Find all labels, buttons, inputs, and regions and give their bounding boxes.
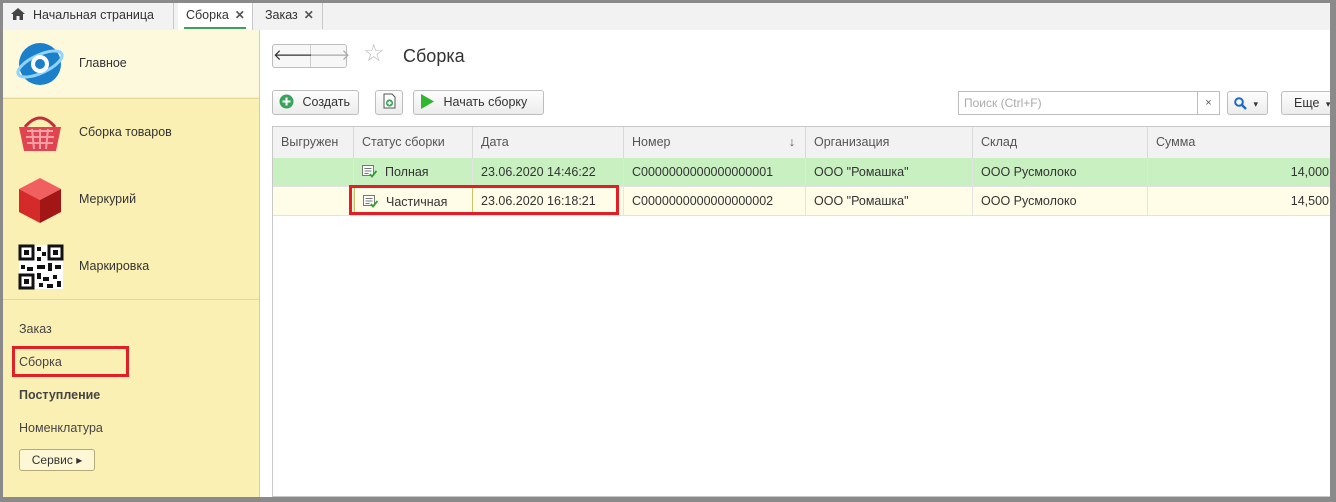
basket-icon <box>19 116 61 151</box>
sidebar-link-receipt[interactable]: Поступление <box>19 386 100 404</box>
divider <box>3 299 259 300</box>
create-button[interactable]: Создать <box>272 90 359 115</box>
create-button-label: Создать <box>302 95 350 109</box>
start-assembly-label: Начать сборку <box>443 95 528 109</box>
back-button[interactable]: 🡐 <box>273 45 313 67</box>
main-logo-icon <box>16 43 64 85</box>
tab-order-label: Заказ <box>265 8 298 22</box>
cell-organization: ООО "Ромашка" <box>806 158 973 186</box>
chevron-down-icon: ▾ <box>1325 99 1330 109</box>
start-assembly-button[interactable]: Начать сборку <box>413 90 544 115</box>
home-icon <box>11 8 25 20</box>
cell-number: С0000000000000000002 <box>624 187 806 215</box>
more-button-label: Еще <box>1294 96 1320 110</box>
sidebar-link-nomenclature[interactable]: Номенклатура <box>19 419 103 437</box>
column-header-sum[interactable]: Сумма <box>1148 127 1330 158</box>
cell-warehouse: ООО Русмолоко <box>973 187 1148 215</box>
cell-warehouse: ООО Русмолоко <box>973 158 1148 186</box>
tab-home-label: Начальная страница <box>33 8 154 22</box>
sidebar-section-label: Главное <box>79 56 127 70</box>
sidebar-section-mercury[interactable]: Меркурий <box>3 166 259 233</box>
history-nav: 🡐 🡒 <box>272 44 350 68</box>
sort-arrow-icon: ↓ <box>788 135 795 149</box>
sidebar-section-goods-assembly[interactable]: Сборка товаров <box>3 99 259 166</box>
column-header-date[interactable]: Дата <box>473 127 624 158</box>
cell-status: Частичная <box>354 187 473 215</box>
favorite-star-icon[interactable]: ☆ <box>363 40 385 68</box>
chevron-down-icon: ▾ <box>1253 99 1259 109</box>
sidebar-section-marking[interactable]: Маркировка <box>3 233 259 300</box>
app-window: Начальная страница Сборка ✕ Заказ ✕ Главно… <box>3 3 1330 497</box>
tab-bar: Начальная страница Сборка ✕ Заказ ✕ <box>3 3 1330 31</box>
assembly-table: Выгружен Статус сборки Дата Номер ↓ Орга… <box>272 126 1330 497</box>
column-header-number-label: Номер <box>632 135 671 149</box>
sidebar-link-assembly[interactable]: Сборка <box>19 353 62 371</box>
cell-sum: 14,000 <box>1290 165 1329 179</box>
qr-code-icon <box>18 244 64 290</box>
cell-unloaded <box>273 158 354 186</box>
sidebar-section-label: Сборка товаров <box>79 125 172 139</box>
status-text: Полная <box>385 165 429 179</box>
cell-date: 23.06.2020 14:46:22 <box>473 158 624 186</box>
sidebar-section-label: Маркировка <box>79 259 150 273</box>
document-check-icon <box>363 195 378 208</box>
copy-document-button[interactable] <box>375 90 403 115</box>
tab-assembly[interactable]: Сборка ✕ <box>178 3 253 30</box>
search-icon <box>1234 97 1247 110</box>
cell-status: Полная <box>354 158 473 186</box>
tab-assembly-label: Сборка <box>186 8 229 22</box>
page-title: Сборка <box>403 46 465 66</box>
sidebar: Главное Сборка товаров Меркурий Маркиров… <box>3 30 260 497</box>
table-header: Выгружен Статус сборки Дата Номер ↓ Орга… <box>273 127 1330 159</box>
cell-date: 23.06.2020 16:18:21 <box>473 187 624 215</box>
close-icon[interactable]: ✕ <box>304 8 314 22</box>
sidebar-section-label: Меркурий <box>79 192 137 206</box>
status-text: Частичная <box>386 195 448 209</box>
column-header-warehouse[interactable]: Склад <box>973 127 1148 158</box>
table-row[interactable]: Частичная 23.06.2020 16:18:21 С000000000… <box>273 187 1330 216</box>
sidebar-section-main[interactable]: Главное <box>3 30 259 97</box>
cell-number: С0000000000000000001 <box>624 158 806 186</box>
column-header-organization[interactable]: Организация <box>806 127 973 158</box>
play-icon <box>421 94 434 109</box>
tab-order[interactable]: Заказ ✕ <box>257 3 323 29</box>
add-document-icon <box>383 93 395 109</box>
search-options-button[interactable]: ▾ <box>1227 91 1268 115</box>
cell-sum: 14,500 <box>1290 194 1329 208</box>
cell-unloaded <box>273 187 354 215</box>
column-header-status[interactable]: Статус сборки <box>354 127 473 158</box>
forward-button[interactable]: 🡒 <box>310 45 350 67</box>
more-button[interactable]: Еще ▾ <box>1281 91 1330 115</box>
close-icon[interactable]: ✕ <box>235 8 245 22</box>
cube-icon <box>19 178 61 223</box>
document-check-icon <box>362 165 377 178</box>
table-row[interactable]: Полная 23.06.2020 14:46:22 С000000000000… <box>273 158 1330 187</box>
plus-circle-icon <box>279 94 294 109</box>
service-button[interactable]: Сервис ▸ <box>19 449 95 471</box>
main-content: 🡐 🡒 ☆ Сборка Создать Начать сборку Поиск… <box>260 30 1330 497</box>
column-header-unloaded[interactable]: Выгружен <box>273 127 354 158</box>
sidebar-link-order[interactable]: Заказ <box>19 320 52 338</box>
clear-search-button[interactable]: × <box>1198 91 1220 115</box>
cell-organization: ООО "Ромашка" <box>806 187 973 215</box>
search-input[interactable] <box>958 91 1198 115</box>
column-header-number[interactable]: Номер ↓ <box>624 127 806 158</box>
tab-home[interactable]: Начальная страница <box>3 3 174 29</box>
